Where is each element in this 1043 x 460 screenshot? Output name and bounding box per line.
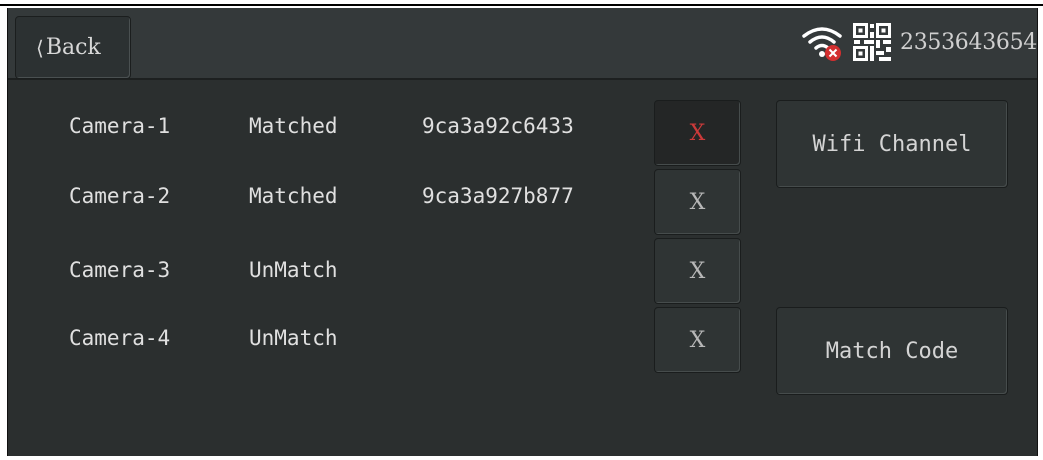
camera-name: Camera-3 (69, 258, 171, 282)
top-border (0, 4, 1043, 6)
device-id: 2353643654 (900, 29, 1037, 55)
wifi-channel-button[interactable]: Wifi Channel (776, 100, 1008, 188)
delete-camera-1-button[interactable]: X (654, 100, 741, 166)
camera-name: Camera-1 (69, 114, 171, 138)
camera-status: Matched (249, 184, 338, 208)
camera-name: Camera-2 (69, 184, 171, 208)
chevron-left-icon: ⟨ (36, 35, 44, 60)
camera-code: 9ca3a927b877 (422, 184, 574, 208)
delete-camera-4-button[interactable]: X (654, 307, 741, 373)
qr-code-icon (853, 23, 892, 61)
camera-code: 9ca3a92c6433 (422, 114, 574, 138)
camera-status: UnMatch (249, 326, 338, 350)
match-code-button[interactable]: Match Code (776, 307, 1008, 395)
delete-camera-2-button[interactable]: X (654, 169, 741, 235)
camera-status: Matched (249, 114, 338, 138)
header-bar: ⟨ Back 2353643654 (8, 8, 1037, 80)
wifi-disconnected-icon (802, 27, 842, 61)
back-label: Back (45, 35, 101, 60)
camera-name: Camera-4 (69, 326, 171, 350)
back-button[interactable]: ⟨ Back (15, 16, 131, 79)
camera-match-screen: ⟨ Back 2353643654 Camera-1 Matched 9ca3a… (7, 8, 1038, 456)
status-area: 2353643654 (800, 14, 1037, 70)
delete-camera-3-button[interactable]: X (654, 238, 741, 304)
camera-status: UnMatch (249, 258, 338, 282)
